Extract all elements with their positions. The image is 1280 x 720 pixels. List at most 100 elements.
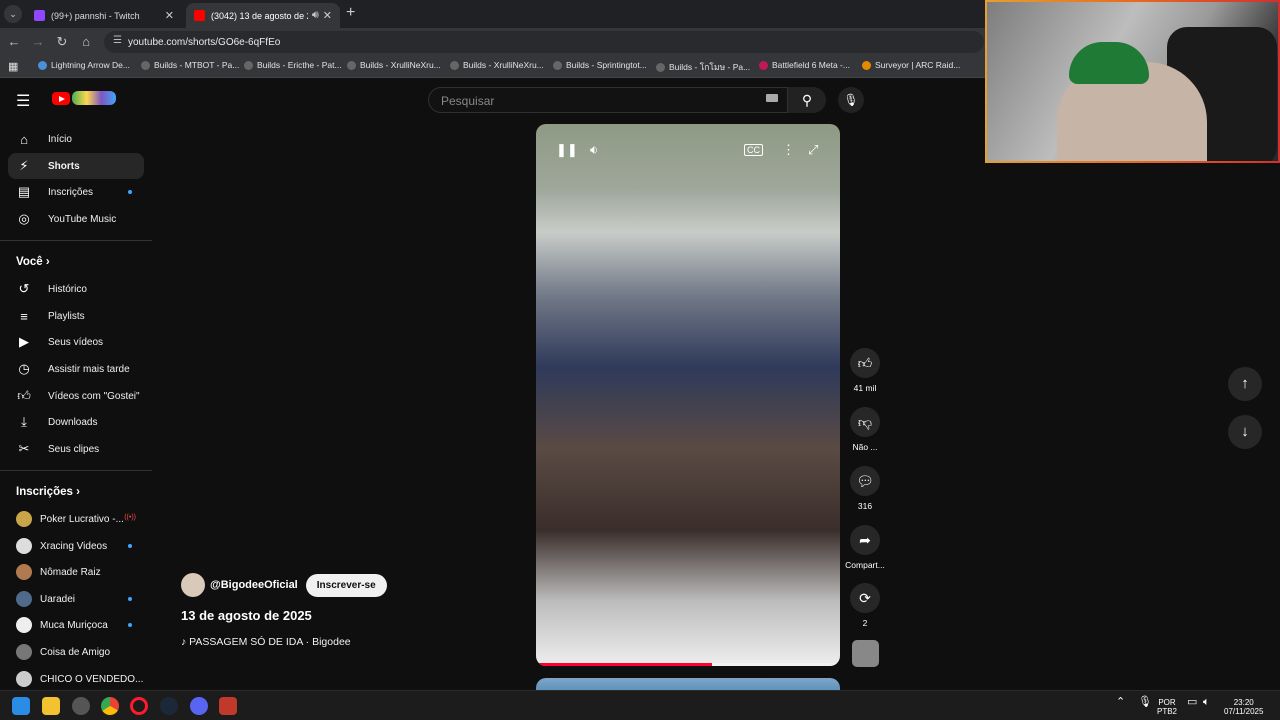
guide-item-watch-later[interactable]: ◷ Assistir mais tarde [8, 356, 144, 382]
apps-icon[interactable]: ▦ [8, 60, 18, 73]
channel-avatar [16, 538, 32, 554]
home-icon[interactable]: ⌂ [78, 34, 94, 49]
guide-sub-channel[interactable]: Nômade Raiz [8, 559, 144, 585]
guide-sub-channel[interactable]: Muca Muriçoca [8, 612, 144, 638]
bookmark-item[interactable]: Builds - Sprintingtot... [553, 60, 647, 70]
guide-item-history[interactable]: ↺ Histórico [8, 276, 144, 302]
volume-tray-icon[interactable]: 🔈︎ [1203, 697, 1210, 708]
guide-item-subscriptions[interactable]: ▤ Inscrições [8, 179, 144, 205]
mic-icon[interactable]: 🎙︎ [838, 87, 864, 113]
guide-sub-channel[interactable]: CHICO O VENDEDO... [8, 666, 144, 690]
channel-avatar [16, 671, 32, 687]
guide-sub-channel[interactable]: Uaradei [8, 586, 144, 612]
opera-icon[interactable] [130, 697, 148, 715]
subscribe-button[interactable]: Inscrever-se [305, 573, 387, 597]
bookmark-item[interactable]: Lightning Arrow De... [38, 60, 130, 70]
search-input[interactable]: Pesquisar [428, 87, 788, 113]
mic-tray-icon[interactable]: 🎙︎ [1138, 697, 1152, 708]
fullscreen-icon[interactable]: ⤢ [808, 142, 818, 158]
tab-youtube[interactable]: (3042) 13 de agosto de 202 🔊︎ ✕ [186, 3, 340, 28]
previous-short-button[interactable]: ↑ [1228, 367, 1262, 401]
close-tab-icon[interactable]: ✕ [323, 9, 332, 22]
short-title[interactable]: 13 de agosto de 2025 [181, 608, 312, 623]
chrome-icon[interactable] [101, 697, 119, 715]
guide-item-your-videos[interactable]: ▶︎ Seus vídeos [8, 329, 144, 355]
youtube-masthead: ☰ Pesquisar ⚲ 🎙︎ [0, 78, 985, 122]
file-explorer-icon[interactable] [42, 697, 60, 715]
remix-count: 2 [862, 618, 868, 628]
forward-icon[interactable]: → [30, 34, 46, 49]
new-tab-button[interactable]: + [346, 4, 355, 22]
site-info-icon[interactable]: ☰ [113, 35, 122, 46]
subscriptions-icon: ▤ [17, 184, 31, 199]
remix-button[interactable]: ⟳ 2 [843, 583, 887, 628]
channel-avatar [16, 591, 32, 607]
clock-date: 07/11/2025 [1224, 707, 1264, 716]
menu-icon[interactable]: ☰ [16, 91, 30, 111]
steam-icon[interactable] [160, 697, 178, 715]
volume-icon[interactable]: 🔉︎ [590, 142, 598, 158]
guide-item-downloads[interactable]: ⤓ Downloads [8, 409, 144, 435]
back-icon[interactable]: ← [6, 34, 22, 49]
more-options-icon[interactable]: ⋮ [782, 142, 795, 158]
guide-item-liked-videos[interactable]: 👍︎ Vídeos com "Gostei" [8, 383, 144, 409]
channel-name[interactable]: @BigodeeOficial [210, 579, 298, 591]
address-input[interactable]: ☰ youtube.com/shorts/GO6e-6qFfEo [104, 31, 984, 53]
dislike-icon: 👎︎ [850, 407, 880, 437]
dislike-button[interactable]: 👎︎ Não ... [843, 407, 887, 452]
next-short-button[interactable]: ↓ [1228, 415, 1262, 449]
clock[interactable]: 23:20 07/11/2025 [1224, 698, 1263, 716]
youtube-doodle[interactable] [72, 91, 116, 105]
bookmark-item[interactable]: Builds - โกโมษ - Pa... [656, 60, 750, 74]
bookmark-item[interactable]: Surveyor | ARC Raid... [862, 60, 960, 70]
bookmark-item[interactable]: Builds - MTBOT - Pa... [141, 60, 239, 70]
youtube-logo[interactable] [52, 92, 70, 105]
close-tab-icon[interactable]: ✕ [165, 9, 174, 22]
guide-item-clips[interactable]: ✂ Seus clipes [8, 436, 144, 462]
home-icon: ⌂ [20, 131, 28, 147]
audio-thumbnail[interactable] [843, 640, 887, 667]
keyboard-icon[interactable] [766, 94, 778, 102]
guide-sub-channel[interactable]: Coisa de Amigo [8, 639, 144, 665]
audio-icon[interactable]: 🔊︎ [312, 9, 319, 22]
comments-button[interactable]: 💬︎ 316 [843, 466, 887, 511]
tab-twitch[interactable]: (99+) pannshi - Twitch ✕ [26, 3, 182, 28]
network-icon[interactable]: ▭ [1187, 697, 1197, 708]
guide-item-youtube-music[interactable]: ◎ YouTube Music [8, 206, 144, 232]
start-icon[interactable] [12, 697, 30, 715]
videos-icon: ▶︎ [19, 334, 29, 349]
guide-item-shorts[interactable]: ⚡︎ Shorts [8, 153, 144, 179]
guide-sub-channel[interactable]: Poker Lucrativo -... ((•)) [8, 506, 144, 532]
search-button[interactable]: ⚲ [788, 87, 826, 113]
share-button[interactable]: ➦ Compart... [843, 525, 887, 570]
captions-icon[interactable]: CC [744, 144, 763, 156]
bookmark-item[interactable]: Builds - XrulliNeXru... [450, 60, 544, 70]
shorts-video-player[interactable]: ❚❚ 🔉︎ CC ⋮ ⤢ [536, 124, 840, 666]
bookmark-item[interactable]: Battlefield 6 Meta -... [759, 60, 850, 70]
video-progress-bar[interactable] [536, 663, 840, 666]
reload-icon[interactable]: ↻ [54, 34, 70, 50]
app-icon[interactable] [219, 697, 237, 715]
guide-section-subscriptions[interactable]: Inscrições › [16, 486, 80, 498]
channel-avatar [16, 617, 32, 633]
app-icon[interactable] [72, 697, 90, 715]
pause-icon[interactable]: ❚❚ [556, 142, 578, 158]
guide-item-home[interactable]: ⌂ Início [8, 126, 144, 152]
share-icon: ➦ [850, 525, 880, 555]
like-button[interactable]: 👍︎ 41 mil [843, 348, 887, 393]
green-cap [1069, 42, 1149, 84]
channel-avatar[interactable] [181, 573, 205, 597]
tray-overflow-icon[interactable]: ⌃ [1116, 697, 1125, 708]
bookmark-item[interactable]: Builds - Ericthe - Pat... [244, 60, 342, 70]
guide-item-playlists[interactable]: ≡ Playlists [8, 303, 144, 329]
music-info[interactable]: ♪ PASSAGEM SÓ DE IDA · Bigodee [181, 636, 351, 648]
clock-time: 23:20 [1233, 698, 1254, 707]
guide-sub-channel[interactable]: Xracing Videos [8, 533, 144, 559]
new-content-dot [128, 190, 132, 194]
bookmark-item[interactable]: Builds - XrulliNeXru... [347, 60, 441, 70]
input-language[interactable]: POR PTB2 [1157, 698, 1177, 716]
windows-taskbar: ⌃ 🎙︎ POR PTB2 ▭ 🔈︎ 23:20 07/11/2025 [0, 690, 1280, 720]
discord-icon[interactable] [190, 697, 208, 715]
tab-search-icon[interactable]: ⌄ [4, 5, 22, 23]
guide-section-you[interactable]: Você › [16, 256, 50, 268]
